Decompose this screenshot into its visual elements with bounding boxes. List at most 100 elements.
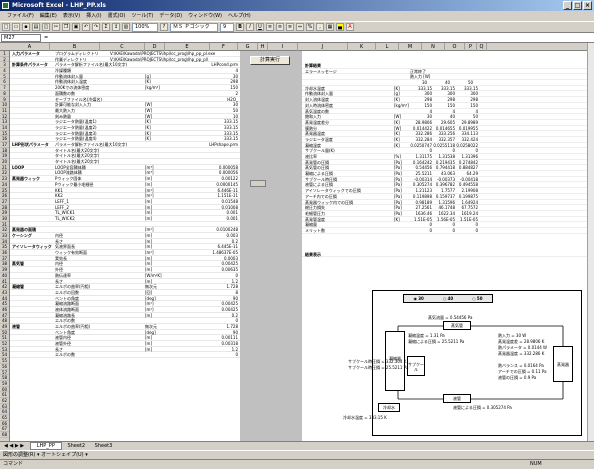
help-icon[interactable]: ? (160, 23, 168, 31)
column-header-N[interactable]: N (422, 43, 445, 51)
diagram-t1: 蒸気流量 = 0.54456 Pa (428, 315, 473, 320)
menu-bar: ファイル(F) 編集(E) 表示(V) 挿入(I) 書式(O) ツール(T) データ(D) ウ… (0, 11, 594, 21)
comma-icon[interactable]: , (316, 23, 324, 31)
column-header-H[interactable]: H (258, 43, 268, 51)
bold-icon[interactable]: B (236, 23, 244, 31)
maximize-button[interactable]: □ (573, 1, 582, 10)
input-parameters-panel: 入力パラメータ プログラムディレクトリ V:\KAE\Kawada\PROJEC… (10, 51, 240, 441)
font-select[interactable]: ＭＳ Ｐゴシック (170, 22, 218, 32)
column-header-D[interactable]: D (145, 43, 165, 51)
column-header-G[interactable]: G (238, 43, 258, 51)
sum-icon[interactable]: Σ (102, 23, 110, 31)
close-button[interactable]: × (583, 1, 592, 10)
menu-item-0[interactable]: ファイル(F) (4, 11, 37, 21)
tab-sheet3[interactable]: Sheet3 (91, 443, 117, 449)
fill-color-icon[interactable]: ▄ (336, 23, 344, 31)
preview-icon[interactable]: ◫ (42, 23, 50, 31)
fx-icon: = (44, 35, 49, 41)
cut-icon[interactable]: ✂ (52, 23, 60, 31)
subcool-box: サブクール (407, 356, 425, 376)
column-header-L[interactable]: L (376, 43, 399, 51)
menu-item-2[interactable]: 表示(V) (60, 11, 83, 21)
tab-lhp-pp[interactable]: LHP_PP (29, 442, 62, 450)
title-bar: Microsoft Excel - LHP_PP.xls _ □ × (0, 0, 594, 11)
column-header-B[interactable]: B (50, 43, 100, 51)
drawbar-text[interactable]: 図形の調整(R) ▾ オートシェイプ(U) ▾ (3, 452, 88, 458)
column-header-I[interactable]: I (268, 43, 298, 51)
diagram-title: 結果表示 (305, 251, 321, 257)
italic-icon[interactable]: I (246, 23, 254, 31)
menu-item-1[interactable]: 編集(E) (37, 11, 60, 21)
sheet-tabs: ◀ ◀ ▶ ▶ LHP_PP Sheet2 Sheet3 (0, 441, 594, 450)
diagram-t3: 凝縮による圧損 = 25.5211 Pa (408, 339, 465, 344)
column-header-J[interactable]: J (298, 43, 348, 51)
menu-item-8[interactable]: ヘルプ(H) (225, 11, 254, 21)
result-value: 0 (429, 227, 432, 233)
drawing-toolbar: 図形の調整(R) ▾ オートシェイプ(U) ▾ (0, 450, 594, 459)
column-header-M[interactable]: M (399, 43, 422, 51)
formula-input[interactable] (52, 34, 587, 42)
column-header-E[interactable]: E (165, 43, 210, 51)
sort-icon[interactable]: ↕ (112, 23, 120, 31)
percent-icon[interactable]: % (306, 23, 314, 31)
align-right-icon[interactable]: ≡ (286, 23, 294, 31)
row-header[interactable]: 68 (0, 432, 9, 438)
vertical-scrollbar[interactable] (587, 43, 594, 441)
save-icon[interactable]: ▪ (22, 23, 30, 31)
menu-item-6[interactable]: データ(D) (156, 11, 185, 21)
window-title: Microsoft Excel - LHP_PP.xls (12, 2, 106, 9)
diagram-t5: サブクール時圧損 = 25.5211 Pa (348, 365, 409, 370)
menu-item-4[interactable]: 書式(O) (105, 11, 129, 21)
param-value[interactable]: 0 (170, 352, 238, 358)
column-header-K[interactable]: K (348, 43, 376, 51)
status-bar: コマンド NUM (0, 459, 594, 468)
vapor-line-box: 蒸気管 (443, 321, 471, 330)
border-icon[interactable]: ▦ (326, 23, 334, 31)
menu-item-5[interactable]: ツール(T) (128, 11, 156, 21)
fontsize-select[interactable]: 9 (220, 22, 234, 32)
tab-sheet2[interactable]: Sheet2 (63, 443, 89, 449)
result-value: 0 (452, 227, 455, 233)
merge-icon[interactable]: ⇔ (296, 23, 304, 31)
align-center-icon[interactable]: ≡ (276, 23, 284, 31)
param-row: エルボの数 0 (10, 352, 240, 359)
chart-icon[interactable]: ▥ (122, 23, 130, 31)
print-icon[interactable]: ▤ (32, 23, 40, 31)
menu-item-3[interactable]: 挿入(I) (83, 11, 104, 21)
minimize-button[interactable]: _ (563, 1, 572, 10)
status-left: コマンド (3, 461, 24, 467)
diagram-t12: 液管による圧損 = 0.305274 Pa (453, 405, 512, 410)
toolbar: □ ▭ ▪ ▤ ◫ ✂ ❐ ▣ ↶ ↷ Σ ↕ ▥ 100% ? ＭＳ Ｐゴシッ… (0, 21, 594, 33)
diagram-t13: 冷却水温度 = 333.15 K (343, 415, 387, 420)
column-header-Q[interactable]: Q (477, 43, 487, 51)
column-header-C[interactable]: C (100, 43, 145, 51)
result-row: メリット数 0 0 0 (302, 228, 587, 234)
menu-item-7[interactable]: ウィンドウ(W) (185, 11, 225, 21)
undo-icon[interactable]: ↶ (82, 23, 90, 31)
column-header-A[interactable]: A (10, 43, 50, 51)
formula-bar: M27 = (0, 33, 594, 43)
diagram-t14: 液管の圧損 = 0.9 Pa (498, 375, 537, 380)
tab-nav-icons[interactable]: ◀ ◀ ▶ ▶ (0, 443, 24, 449)
redo-icon[interactable]: ↷ (92, 23, 100, 31)
results-rows: 冷却水温度 [K] 333.15 333.15 333.15 作動流体封入量 [g] 300 3… (302, 86, 587, 234)
row-headers: 1 2 3 4 5 6 7 8 9 10 11 12 13 14 15 16 17 18 19 20 21 22 23 24 2… (0, 51, 10, 441)
param-label: エルボの数 (55, 352, 75, 358)
font-color-icon[interactable]: A (346, 23, 354, 31)
column-header-F[interactable]: F (210, 43, 238, 51)
excel-icon (2, 2, 9, 9)
evaporator-box: 蒸発器 (553, 346, 573, 382)
column-header-O[interactable]: O (445, 43, 465, 51)
copy-icon[interactable]: ❐ (62, 23, 70, 31)
underline-icon[interactable]: U (256, 23, 264, 31)
control-area (240, 51, 302, 441)
calculate-button[interactable]: 計算実行 (250, 56, 290, 65)
zoom-select[interactable]: 100% (132, 22, 158, 32)
open-icon[interactable]: ▭ (12, 23, 20, 31)
new-icon[interactable]: □ (2, 23, 10, 31)
align-left-icon[interactable]: ≡ (266, 23, 274, 31)
diagram-t9: 蒸発器温度 = 332.286 K (498, 351, 545, 356)
name-box[interactable]: M27 (1, 34, 41, 42)
column-header-P[interactable]: P (465, 43, 477, 51)
paste-icon[interactable]: ▣ (72, 23, 80, 31)
